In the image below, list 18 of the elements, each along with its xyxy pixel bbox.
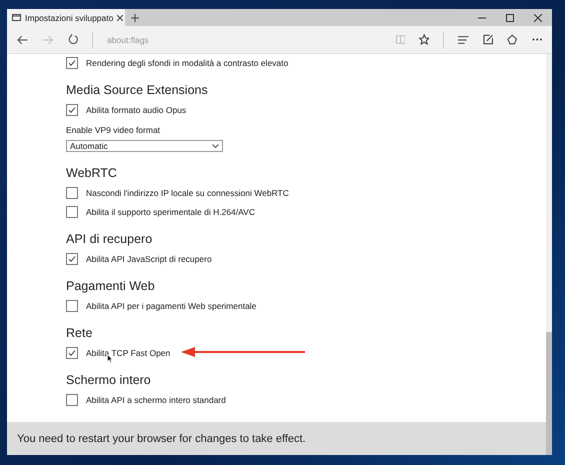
option-label: Nascondi l'indirizzo IP locale su connessioni WebRTC bbox=[86, 188, 289, 198]
section-heading: API di recupero bbox=[66, 232, 154, 246]
option-label: Abilita API JavaScript di recupero bbox=[86, 254, 212, 264]
browser-tab[interactable]: Impostazioni sviluppato bbox=[7, 9, 125, 26]
section-heading: WebRTC bbox=[66, 166, 118, 180]
option-label: Rendering degli sfondi in modalità a contrasto elevato bbox=[86, 58, 288, 68]
section-heading: Rete bbox=[66, 326, 94, 340]
option-label: Abilita TCP Fast Open bbox=[86, 348, 170, 358]
section-heading: Media Source Extensions bbox=[66, 83, 209, 97]
dropdown[interactable]: Automatic bbox=[66, 140, 223, 152]
option-label: Abilita il supporto sperimentale di H.264/AVC bbox=[86, 206, 255, 216]
dropdown-label: Enable VP9 video format bbox=[66, 125, 162, 135]
notification-text: You need to restart your browser for changes to take effect. bbox=[17, 432, 306, 444]
option-label: Abilita formato audio Opus bbox=[86, 104, 186, 114]
section-heading: Schermo intero bbox=[66, 373, 152, 387]
option-label: Abilita API a schermo intero standard bbox=[86, 394, 226, 404]
section-heading: Pagamenti Web bbox=[66, 279, 156, 293]
option-label: Abilita API per i pagamenti Web sperimentale bbox=[86, 300, 256, 310]
